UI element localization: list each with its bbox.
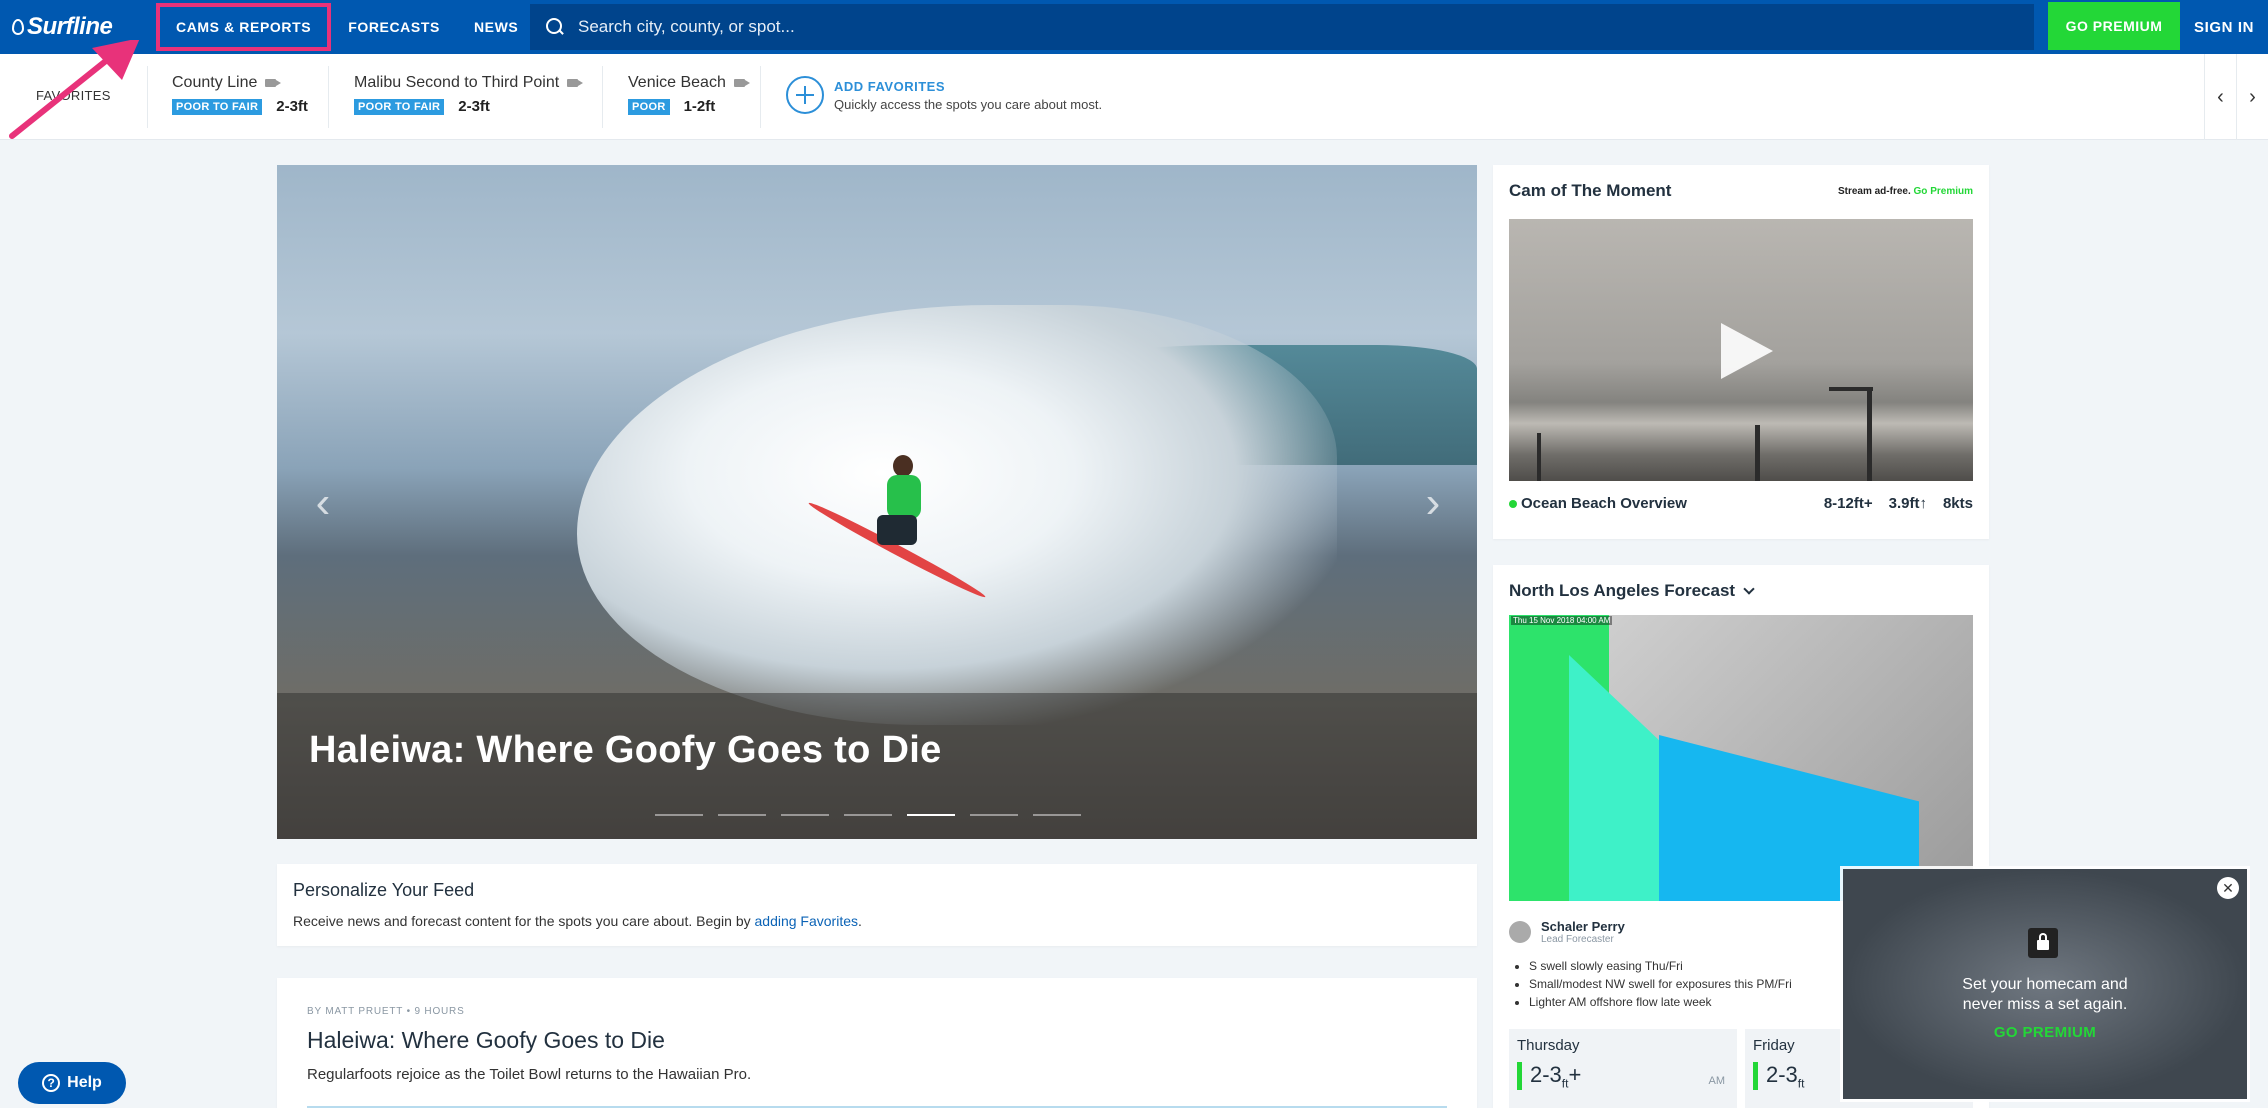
day-height: 2-3ft+	[1517, 1062, 1729, 1091]
drop-icon	[12, 19, 24, 35]
play-icon[interactable]	[1721, 323, 1773, 379]
cam-swell: 3.9ft↑	[1888, 495, 1927, 512]
favorites-bar: FAVORITES County Line POOR TO FAIR 2-3ft …	[0, 54, 2268, 140]
condition-badge: POOR TO FAIR	[354, 98, 445, 115]
cam-title: Cam of The Moment	[1509, 181, 1672, 200]
help-button[interactable]: ? Help	[18, 1062, 126, 1104]
sign-in-link[interactable]: SIGN IN	[2194, 0, 2254, 54]
carousel-dot[interactable]	[1033, 814, 1081, 816]
carousel-dot[interactable]	[718, 814, 766, 816]
add-favorites-title: ADD FAVORITES	[834, 78, 945, 94]
chevron-left-icon[interactable]: ‹	[2204, 54, 2236, 140]
spot-height: 2-3ft	[458, 98, 490, 115]
arrow-up-icon: ↑	[1919, 495, 1927, 512]
question-icon: ?	[42, 1074, 61, 1092]
cam-surf-height: 8-12ft+	[1823, 495, 1873, 512]
spot-name: County Line	[172, 74, 258, 91]
nav-news[interactable]: NEWS	[457, 0, 535, 54]
article-title[interactable]: Haleiwa: Where Goofy Goes to Die	[307, 1027, 1447, 1054]
carousel-dot[interactable]	[970, 814, 1018, 816]
forecast-map[interactable]: Thu 15 Nov 2018 04:00 AM	[1509, 615, 1973, 901]
forecast-day[interactable]: Thursday 2-3ft+ AM	[1509, 1029, 1737, 1108]
cam-of-the-moment-card: Cam of The Moment Stream ad-free. Go Pre…	[1493, 165, 1989, 539]
spot-height: 1-2ft	[683, 98, 716, 115]
divider	[760, 66, 761, 128]
personalize-text: Receive news and forecast content for th…	[293, 913, 862, 929]
adding-favorites-link[interactable]: adding Favorites	[755, 913, 859, 929]
carousel-dot[interactable]	[655, 814, 703, 816]
day-time: AM	[1708, 1075, 1726, 1087]
hero-title[interactable]: Haleiwa: Where Goofy Goes to Die	[309, 729, 942, 772]
search-icon	[546, 18, 564, 36]
favorite-spot[interactable]: Malibu Second to Third Point POOR TO FAI…	[354, 74, 584, 115]
street-pole	[1537, 433, 1541, 481]
surfer	[857, 455, 947, 565]
homecam-popup: ✕ Set your homecam and never miss a set …	[1843, 869, 2247, 1099]
live-indicator-icon	[1509, 499, 1517, 508]
popup-message: Set your homecam and never miss a set ag…	[1962, 976, 2128, 1013]
avatar	[1509, 921, 1531, 943]
nav-cams-reports[interactable]: CAMS & REPORTS	[156, 3, 332, 51]
divider	[328, 66, 329, 128]
camera-icon	[265, 79, 282, 87]
annotation-arrow	[9, 40, 140, 139]
cam-info-row[interactable]: Ocean Beach Overview 8-12ft+ 3.9ft↑ 8kts	[1509, 495, 1973, 512]
forecast-title[interactable]: North Los Angeles Forecast	[1509, 581, 1973, 601]
personalize-title: Personalize Your Feed	[293, 880, 475, 900]
cam-video-player[interactable]	[1509, 219, 1973, 481]
go-premium-link[interactable]: Go Premium	[1914, 186, 1973, 197]
go-premium-button[interactable]: GO PREMIUM	[2048, 2, 2180, 50]
camera-icon	[733, 79, 750, 87]
article-card[interactable]: BY MATT PRUETT • 9 HOURS Haleiwa: Where …	[277, 978, 1477, 1108]
condition-badge: POOR	[628, 98, 670, 115]
top-nav: Surfline CAMS & REPORTS FORECASTS NEWS G…	[0, 0, 2268, 54]
carousel-dot-active[interactable]	[907, 814, 955, 816]
carousel-dot[interactable]	[781, 814, 829, 816]
hero-carousel[interactable]: Haleiwa: Where Goofy Goes to Die ‹ ›	[277, 165, 1477, 839]
favorite-spot[interactable]: County Line POOR TO FAIR 2-3ft	[172, 74, 308, 115]
plus-circle-icon	[786, 76, 824, 114]
nav-forecasts[interactable]: FORECASTS	[331, 0, 457, 54]
add-favorites-subtitle: Quickly access the spots you care about …	[834, 96, 1103, 112]
search-input[interactable]	[578, 17, 1778, 37]
street-pole	[1829, 387, 1873, 391]
street-pole	[1867, 389, 1872, 481]
chevron-left-icon[interactable]: ‹	[303, 478, 343, 527]
chevron-right-icon[interactable]: ›	[1413, 478, 1453, 527]
divider	[602, 66, 603, 128]
lock-icon	[2028, 928, 2058, 958]
condition-badge: POOR TO FAIR	[172, 98, 263, 115]
spot-name: Malibu Second to Third Point	[354, 74, 560, 91]
cam-wind: 8kts	[1942, 495, 1973, 512]
map-timestamp: Thu 15 Nov 2018 04:00 AM	[1511, 616, 1613, 625]
article-byline: BY MATT PRUETT • 9 HOURS	[307, 1006, 465, 1017]
cam-spot-name: Ocean Beach Overview	[1521, 495, 1687, 512]
close-icon[interactable]: ✕	[2217, 877, 2239, 899]
day-name: Thursday	[1517, 1037, 1580, 1054]
camera-icon	[567, 79, 584, 87]
add-favorites[interactable]: ADD FAVORITES Quickly access the spots y…	[786, 76, 1102, 114]
carousel-dot[interactable]	[844, 814, 892, 816]
favorite-spot[interactable]: Venice Beach POOR 1-2ft	[628, 74, 750, 115]
article-subtitle: Regularfoots rejoice as the Toilet Bowl …	[307, 1066, 752, 1083]
favorites-arrows: ‹ ›	[2204, 54, 2268, 140]
personalize-card: Personalize Your Feed Receive news and f…	[277, 864, 1477, 946]
popup-go-premium[interactable]: GO PREMIUM	[1843, 1024, 2247, 1041]
forecaster-name: Schaler Perry	[1541, 919, 1625, 934]
chevron-right-icon[interactable]: ›	[2236, 54, 2268, 140]
spot-height: 2-3ft	[276, 98, 308, 115]
stream-ad-free: Stream ad-free. Go Premium	[1837, 185, 1973, 197]
chevron-down-icon[interactable]	[1743, 583, 1755, 595]
spot-name: Venice Beach	[628, 74, 726, 91]
forecaster-role: Lead Forecaster	[1541, 934, 1614, 945]
search-bar[interactable]	[530, 4, 2034, 50]
street-pole	[1755, 425, 1760, 481]
carousel-dots	[655, 814, 1081, 816]
